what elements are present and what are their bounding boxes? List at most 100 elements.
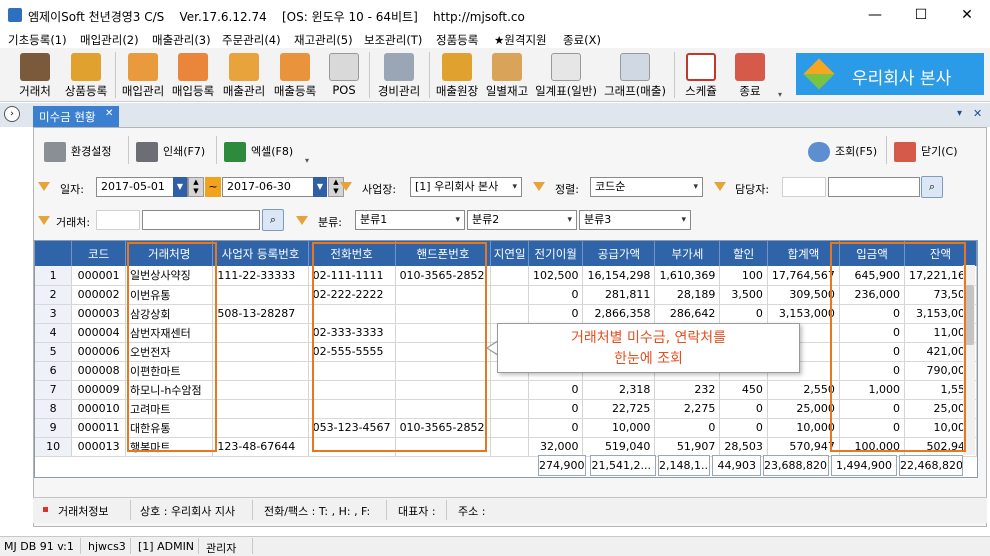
table-row[interactable]: 7 000009 하모니-h수암점 0 2,318 232 450 2,550 1,000 1,5… [35, 380, 978, 400]
date-to-field[interactable]: 2017-06-30 [222, 177, 314, 197]
table-cell[interactable]: 0 [654, 418, 721, 438]
table-cell[interactable]: 0 [839, 304, 905, 324]
table-cell[interactable] [395, 285, 492, 305]
manager-name-field[interactable] [828, 177, 920, 197]
column-header[interactable]: 거래처명 [125, 241, 214, 266]
table-cell[interactable]: 대한유통 [125, 418, 214, 438]
table-cell[interactable]: 고려마트 [125, 399, 214, 419]
toolbar-purchase-register-button[interactable]: 매입등록 [168, 50, 218, 100]
table-cell[interactable]: 5 [35, 342, 73, 362]
table-row[interactable]: 9 000011 대한유통 053-123-4567 010-3565-2852 0 10,… [35, 418, 978, 438]
table-cell[interactable]: 309,500 [767, 285, 840, 305]
table-cell[interactable]: 10,000 [767, 418, 840, 438]
table-cell[interactable]: 10,000 [582, 418, 656, 438]
date-from-spinner[interactable]: ▲ ▼ [188, 177, 204, 197]
toolbar-pos-button[interactable]: POS [322, 50, 366, 100]
maximize-button[interactable]: ☐ [898, 0, 944, 30]
tab-close-icon[interactable]: ✕ [105, 108, 113, 119]
tab-close-all-icon[interactable]: ✕ [973, 107, 982, 120]
column-header[interactable]: 부가세 [654, 241, 721, 266]
subtoolbar-overflow-icon[interactable]: ▾ [305, 156, 309, 165]
table-cell[interactable]: 1 [35, 266, 73, 286]
table-cell[interactable] [212, 399, 309, 419]
table-cell[interactable]: 570,947 [767, 437, 840, 457]
table-cell[interactable]: 450 [719, 380, 768, 400]
table-cell[interactable]: 9 [35, 418, 73, 438]
table-cell[interactable]: 28,189 [654, 285, 721, 305]
table-cell[interactable]: 일번상사약징 [125, 266, 214, 286]
table-cell[interactable]: 3,153,000 [767, 304, 840, 324]
table-cell[interactable]: 232 [654, 380, 721, 400]
table-cell[interactable] [308, 361, 396, 381]
column-header[interactable]: 코드 [71, 241, 126, 266]
date-from-dropdown[interactable]: ▼ [173, 177, 187, 197]
table-cell[interactable]: 0 [528, 380, 584, 400]
table-cell[interactable]: 17,764,567 [767, 266, 840, 286]
column-header[interactable]: 할인 [719, 241, 768, 266]
table-cell[interactable]: 4 [35, 323, 73, 343]
table-cell[interactable]: 0 [528, 304, 584, 324]
site-select[interactable]: [1] 우리회사 본사 ▾ [410, 177, 522, 197]
menu-orders[interactable]: 주문관리(4) [222, 32, 281, 48]
table-row[interactable]: 8 000010 고려마트 0 22,725 2,275 0 25,000 0 25,000 [35, 399, 978, 419]
toolbar-graph-button[interactable]: 그래프(매출) [600, 50, 670, 100]
menu-purchase[interactable]: 매입관리(2) [80, 32, 139, 48]
table-cell[interactable]: 0 [719, 304, 768, 324]
settings-button[interactable]: 환경설정 [44, 140, 111, 164]
table-cell[interactable]: 000009 [71, 380, 126, 400]
toolbar-purchase-manage-button[interactable]: 매입관리 [118, 50, 168, 100]
table-cell[interactable] [395, 380, 492, 400]
table-cell[interactable]: 2,275 [654, 399, 721, 419]
table-cell[interactable]: 281,811 [582, 285, 656, 305]
table-cell[interactable]: 02-111-1111 [308, 266, 396, 286]
table-cell[interactable]: 오번전자 [125, 342, 214, 362]
table-cell[interactable]: 1,610,369 [654, 266, 721, 286]
table-cell[interactable]: 25,000 [767, 399, 840, 419]
table-cell[interactable]: 하모니-h수암점 [125, 380, 214, 400]
table-cell[interactable]: 286,642 [654, 304, 721, 324]
table-cell[interactable]: 2,550 [767, 380, 840, 400]
table-cell[interactable]: 508-13-28287 [212, 304, 309, 324]
table-cell[interactable]: 000010 [71, 399, 126, 419]
menu-auxiliary[interactable]: 보조관리(T) [364, 32, 422, 48]
table-cell[interactable]: 22,725 [582, 399, 656, 419]
table-cell[interactable] [490, 285, 529, 305]
table-cell[interactable] [212, 361, 309, 381]
category1-select[interactable]: 분류1 ▾ [355, 210, 465, 230]
column-header[interactable]: 전화번호 [308, 241, 396, 266]
column-header[interactable]: 지연일 [490, 241, 529, 266]
table-cell[interactable]: 0 [528, 418, 584, 438]
table-cell[interactable]: 102,500 [528, 266, 584, 286]
table-cell[interactable]: 02-333-3333 [308, 323, 396, 343]
table-cell[interactable]: 000003 [71, 304, 126, 324]
column-header[interactable]: 입금액 [839, 241, 905, 266]
minimize-button[interactable]: — [852, 0, 898, 30]
table-cell[interactable]: 519,040 [582, 437, 656, 457]
table-cell[interactable] [212, 418, 309, 438]
toolbar-product-button[interactable]: 상품등록 [60, 50, 112, 100]
table-cell[interactable] [308, 399, 396, 419]
table-cell[interactable]: 삼강상회 [125, 304, 214, 324]
column-header[interactable]: 잔액 [904, 241, 978, 266]
menu-sales[interactable]: 매출관리(3) [152, 32, 211, 48]
table-cell[interactable]: 0 [839, 342, 905, 362]
table-cell[interactable]: 2 [35, 285, 73, 305]
table-cell[interactable]: 02-555-5555 [308, 342, 396, 362]
query-button[interactable]: 조회(F5) [808, 140, 877, 164]
column-header[interactable]: 합계액 [767, 241, 840, 266]
table-cell[interactable]: 6 [35, 361, 73, 381]
table-cell[interactable]: 0 [719, 399, 768, 419]
table-cell[interactable]: 000004 [71, 323, 126, 343]
table-cell[interactable] [395, 323, 492, 343]
table-cell[interactable] [308, 380, 396, 400]
table-cell[interactable]: 28,503 [719, 437, 768, 457]
toolbar-sales-ledger-button[interactable]: 매출원장 [432, 50, 482, 100]
table-cell[interactable]: 010-3565-2852 [395, 266, 492, 286]
manager-code-field[interactable] [782, 177, 826, 197]
table-row[interactable]: 3 000003 삼강상회 508-13-28287 0 2,866,358 286,642… [35, 304, 978, 324]
table-cell[interactable]: 16,154,298 [582, 266, 656, 286]
table-cell[interactable] [395, 342, 492, 362]
table-cell[interactable]: 0 [528, 285, 584, 305]
toolbar-exit-button[interactable]: 종료 [728, 50, 772, 100]
table-cell[interactable] [308, 304, 396, 324]
